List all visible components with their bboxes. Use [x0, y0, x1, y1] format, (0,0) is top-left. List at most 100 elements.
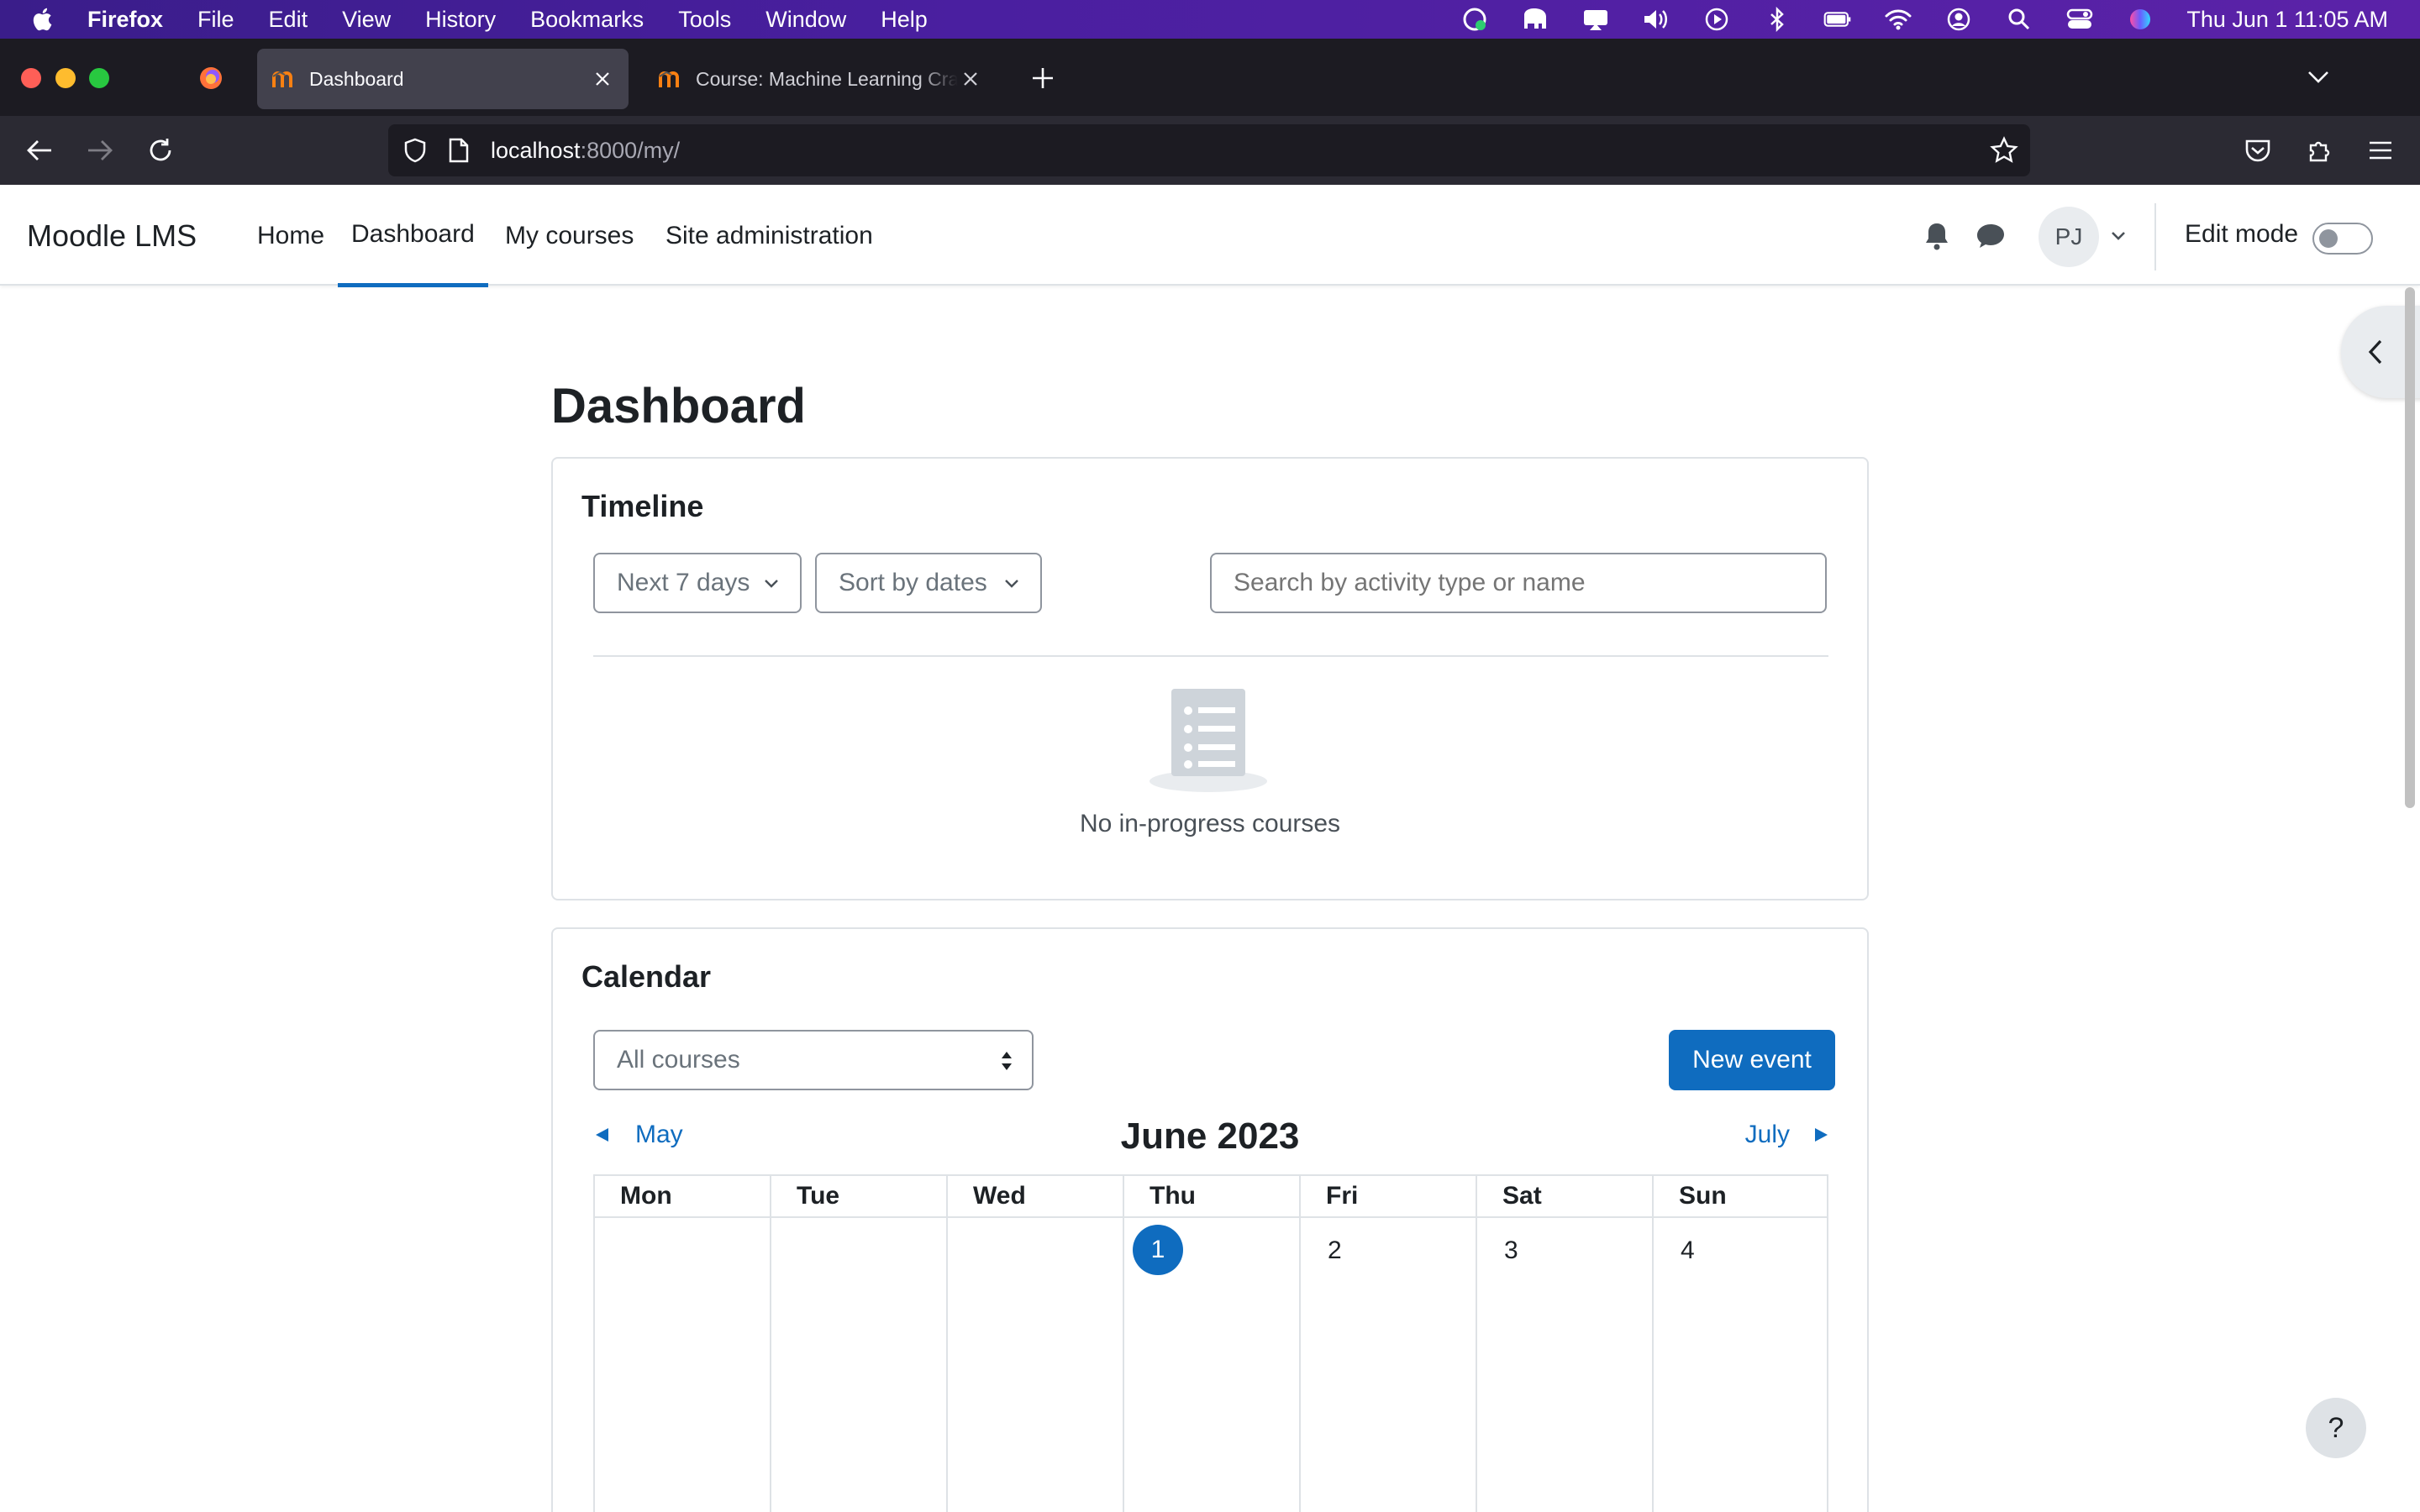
bookmark-star-icon[interactable]: [1990, 136, 2018, 165]
menu-history[interactable]: History: [425, 7, 496, 33]
current-month-title: June 2023: [1120, 1116, 1300, 1157]
menu-bookmarks[interactable]: Bookmarks: [530, 7, 644, 33]
select-value: All courses: [617, 1046, 740, 1074]
pocket-icon[interactable]: [2242, 134, 2274, 166]
volume-icon[interactable]: [1642, 5, 1670, 34]
day-number[interactable]: 2: [1328, 1236, 1342, 1265]
timeline-search-input[interactable]: [1210, 553, 1827, 613]
elephant-icon[interactable]: [1521, 5, 1549, 34]
triangle-right-icon: [1815, 1128, 1828, 1142]
weekday-header: Sat: [1476, 1176, 1652, 1216]
weekday-header-row: Mon Tue Wed Thu Fri Sat Sun: [593, 1174, 1828, 1218]
course-filter-select[interactable]: All courses: [593, 1030, 1034, 1090]
weekday-header: Fri: [1299, 1176, 1476, 1216]
extensions-puzzle-icon[interactable]: [2304, 134, 2336, 166]
tab-title: Dashboard: [309, 67, 404, 90]
list-all-tabs-chevron-icon[interactable]: [2306, 67, 2331, 87]
menu-help[interactable]: Help: [881, 7, 928, 33]
nav-home[interactable]: Home: [257, 185, 324, 287]
tab-close-icon[interactable]: [958, 66, 983, 92]
tracking-protection-shield-icon[interactable]: [402, 137, 429, 164]
day-number[interactable]: 4: [1681, 1236, 1695, 1265]
timeline-sort-dropdown[interactable]: Sort by dates: [815, 553, 1042, 613]
window-minimize-button[interactable]: [55, 68, 76, 88]
menu-edit[interactable]: Edit: [269, 7, 308, 33]
window-zoom-button[interactable]: [89, 68, 109, 88]
app-menu-hamburger-icon[interactable]: [2365, 134, 2396, 166]
menu-tools[interactable]: Tools: [678, 7, 731, 33]
tab-course-machine-learning[interactable]: Course: Machine Learning Crash Course: [644, 49, 997, 109]
menu-app-name[interactable]: Firefox: [87, 7, 163, 33]
day-number[interactable]: 3: [1504, 1236, 1518, 1265]
siri-icon[interactable]: [2126, 5, 2154, 34]
back-arrow-icon[interactable]: [24, 134, 55, 166]
forward-arrow-icon[interactable]: [84, 134, 116, 166]
wifi-icon[interactable]: [1884, 5, 1912, 34]
calendar-day-cell[interactable]: 4: [1652, 1218, 1828, 1512]
calendar-day-cell[interactable]: [770, 1218, 946, 1512]
user-account-icon[interactable]: [1944, 5, 1973, 34]
menubar-clock[interactable]: Thu Jun 1 11:05 AM: [2186, 7, 2388, 33]
spotlight-search-icon[interactable]: [2005, 5, 2033, 34]
bluetooth-icon[interactable]: [1763, 5, 1791, 34]
chevron-left-icon: [2368, 339, 2382, 365]
nav-dashboard[interactable]: Dashboard: [338, 185, 488, 287]
empty-state-message: No in-progress courses: [1079, 810, 1341, 837]
dropdown-label: Next 7 days: [617, 569, 750, 596]
page-scrollbar-thumb[interactable]: [2405, 287, 2415, 808]
timeline-divider: [593, 655, 1828, 657]
nav-my-courses[interactable]: My courses: [505, 185, 634, 287]
next-month-link[interactable]: July: [1745, 1121, 1830, 1149]
timeline-day-filter-dropdown[interactable]: Next 7 days: [593, 553, 802, 613]
vpn-globe-icon[interactable]: [1460, 5, 1489, 34]
tab-title: Course: Machine Learning Crash Course: [696, 67, 958, 90]
play-icon[interactable]: [1702, 5, 1731, 34]
calendar-block: Calendar All courses New event May June …: [551, 927, 1869, 1512]
calendar-day-cell[interactable]: 3: [1476, 1218, 1652, 1512]
tab-close-icon[interactable]: [590, 66, 615, 92]
calendar-title: Calendar: [581, 959, 712, 994]
calendar-day-cell[interactable]: [593, 1218, 770, 1512]
display-mirror-icon[interactable]: [1581, 5, 1610, 34]
help-button[interactable]: ?: [2306, 1398, 2366, 1458]
firefox-view-icon[interactable]: [198, 66, 224, 91]
reload-icon[interactable]: [145, 134, 176, 166]
control-center-icon[interactable]: [2065, 5, 2094, 34]
calendar-day-cell[interactable]: 2: [1299, 1218, 1476, 1512]
battery-icon[interactable]: [1823, 5, 1852, 34]
toggle-knob: [2319, 229, 2338, 248]
new-tab-plus-icon[interactable]: [1030, 66, 1055, 91]
macos-menu-bar: Firefox File Edit View History Bookmarks…: [0, 0, 2420, 39]
menu-window[interactable]: Window: [765, 7, 846, 33]
page-title: Dashboard: [551, 379, 806, 433]
user-menu-chevron-down-icon[interactable]: [2109, 227, 2128, 245]
weekday-header: Sun: [1652, 1176, 1828, 1216]
url-text[interactable]: localhost:8000/my/: [491, 124, 680, 176]
timeline-title: Timeline: [581, 489, 704, 523]
moodle-favicon-icon: [659, 71, 679, 87]
calendar-week-row: 1 2 3 4: [593, 1218, 1828, 1512]
site-brand[interactable]: Moodle LMS: [27, 185, 197, 287]
notifications-bell-icon[interactable]: [1921, 220, 1953, 252]
calendar-day-cell[interactable]: [946, 1218, 1123, 1512]
new-event-button[interactable]: New event: [1669, 1030, 1835, 1090]
apple-icon[interactable]: [30, 5, 57, 34]
address-bar[interactable]: localhost:8000/my/: [388, 124, 2030, 176]
calendar-day-cell-today[interactable]: 1: [1123, 1218, 1299, 1512]
page-info-icon[interactable]: [447, 138, 471, 163]
nav-site-administration[interactable]: Site administration: [666, 185, 873, 287]
empty-list-illustration-icon: [1150, 689, 1267, 792]
header-divider: [2154, 203, 2156, 270]
weekday-header: Wed: [946, 1176, 1123, 1216]
window-close-button[interactable]: [21, 68, 41, 88]
menu-file[interactable]: File: [197, 7, 234, 33]
tab-dashboard[interactable]: Dashboard: [257, 49, 629, 109]
url-host: localhost: [491, 138, 581, 163]
chevron-down-icon: [1005, 580, 1018, 588]
menu-view[interactable]: View: [342, 7, 391, 33]
edit-mode-toggle[interactable]: [2312, 223, 2373, 255]
messages-chat-icon[interactable]: [1975, 220, 2007, 252]
user-avatar[interactable]: PJ: [2039, 207, 2099, 267]
weekday-header: Thu: [1123, 1176, 1299, 1216]
today-day-number[interactable]: 1: [1133, 1225, 1183, 1275]
